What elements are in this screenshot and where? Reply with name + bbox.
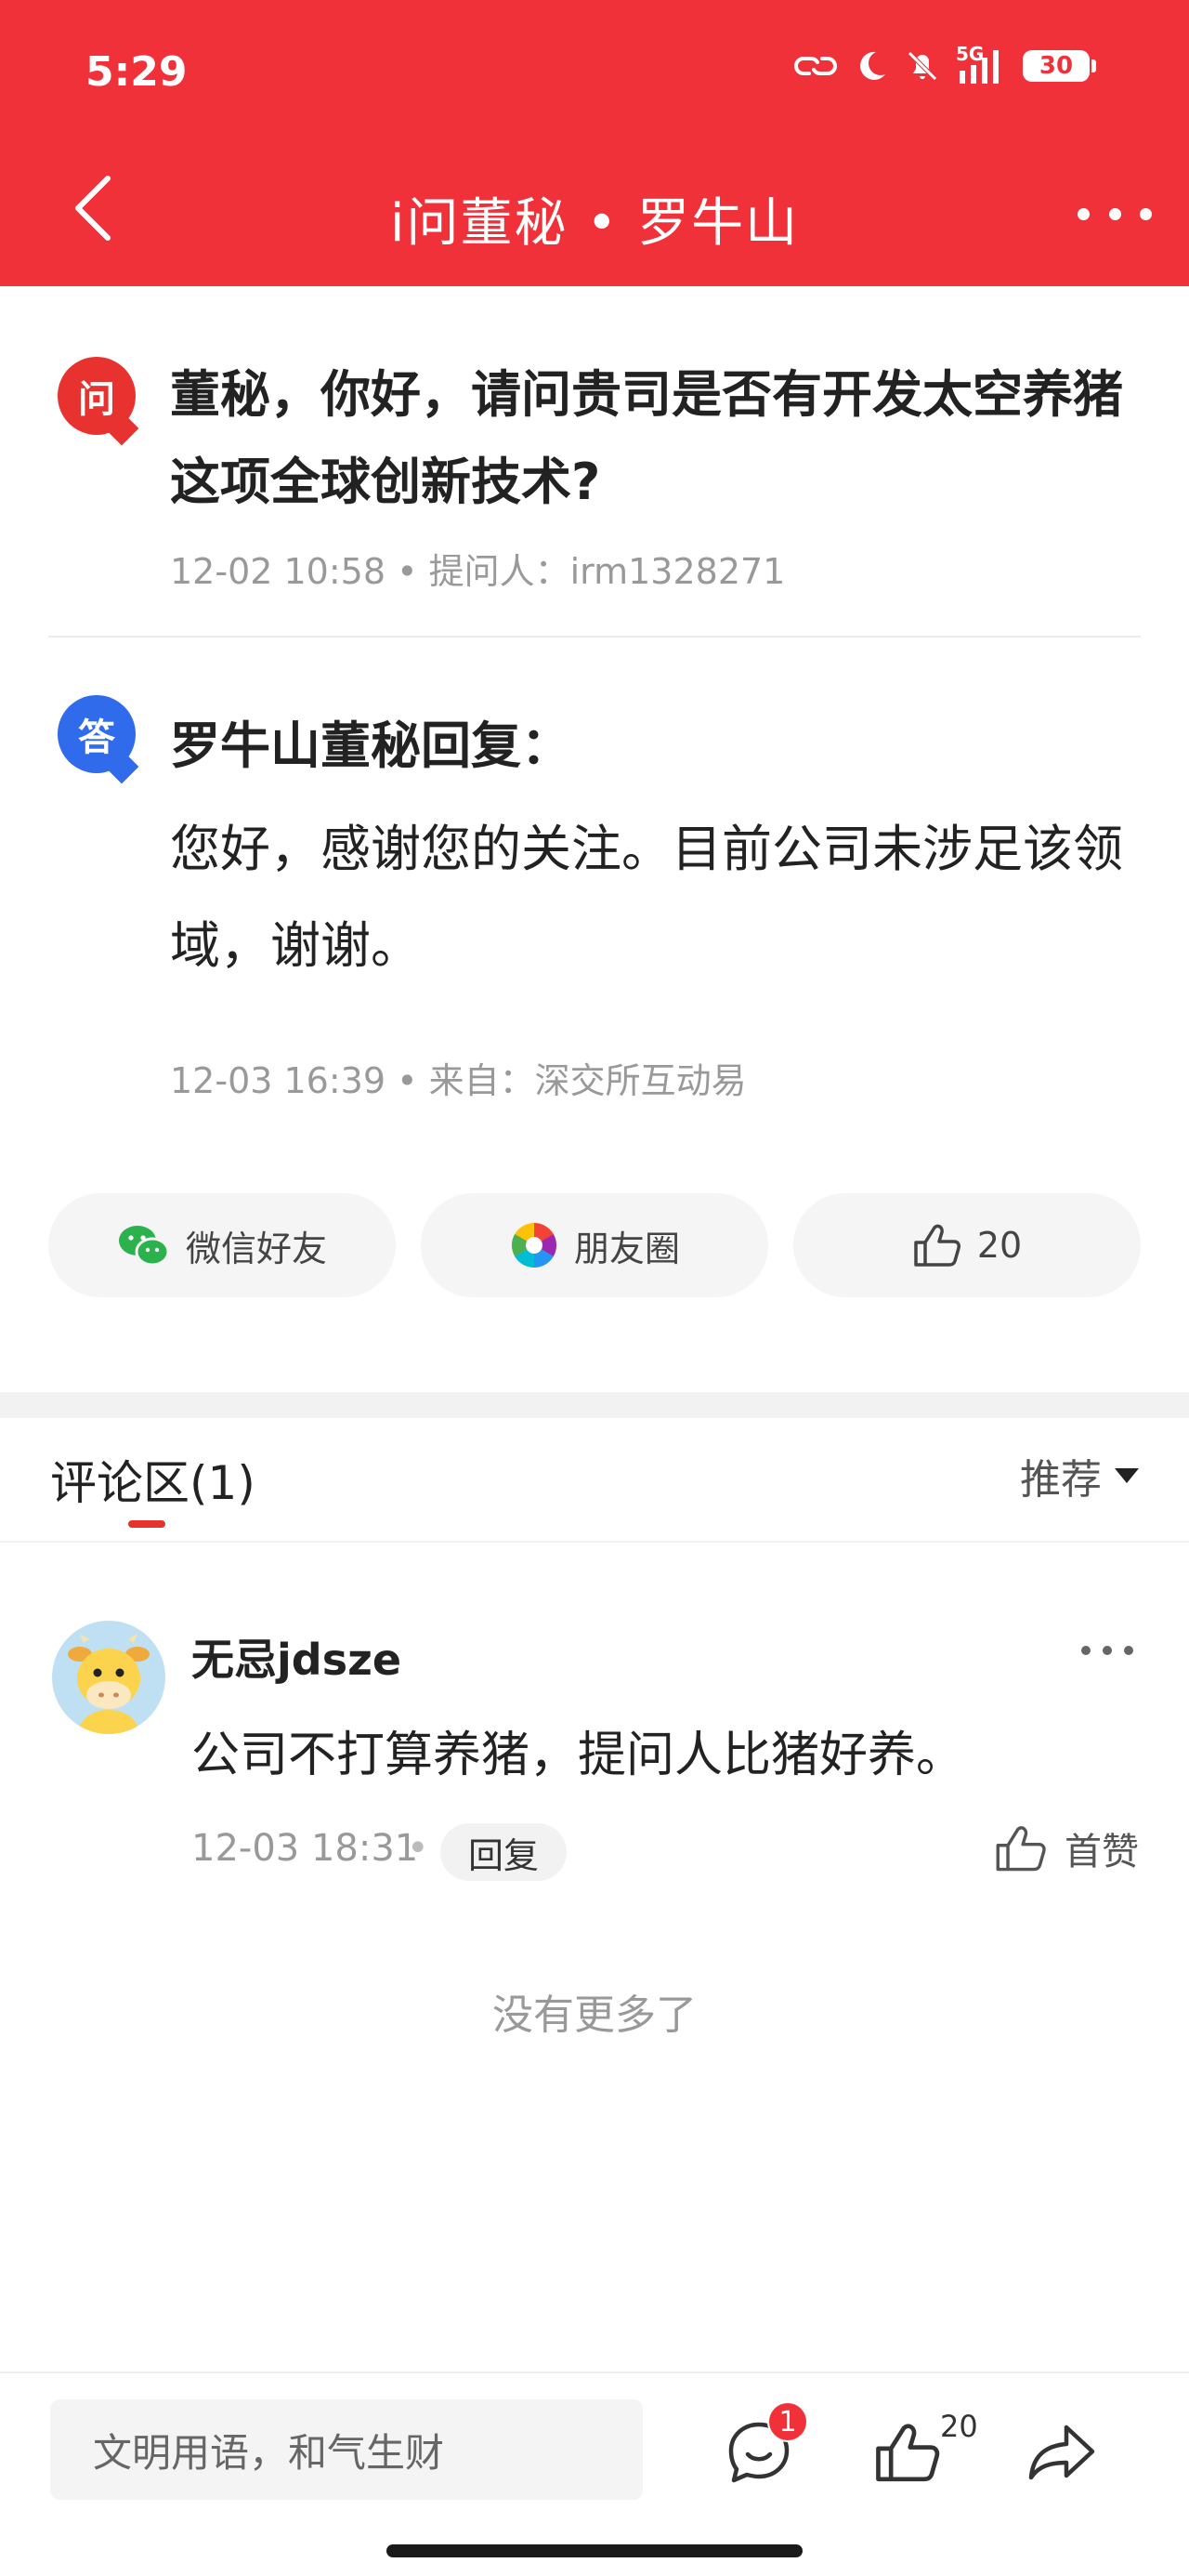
page-title: i问董秘 • 罗牛山 <box>389 193 800 254</box>
share-wechat-label: 微信好友 <box>185 1228 327 1269</box>
comment-username[interactable]: 无忌jdsze <box>191 1626 401 1688</box>
thumbs-up-icon <box>996 1826 1046 1872</box>
question-meta: 12-02 10:58 • 提问人：irm1328271 <box>170 551 786 592</box>
like-answer-count: 20 <box>976 1225 1023 1266</box>
comment-time: 12-03 18:31 <box>191 1827 419 1870</box>
signal-icon: 5G <box>956 43 1008 85</box>
link-icon <box>794 56 837 76</box>
more-dot-icon <box>1081 1646 1091 1655</box>
answer-text: 您好，感谢您的关注。目前公司未涉足该领域，谢谢。 <box>170 820 1123 975</box>
more-dot-icon <box>1078 207 1090 220</box>
comment-input[interactable]: 文明用语，和气生财 <box>50 2399 643 2500</box>
reply-button[interactable]: 回复 <box>440 1823 567 1881</box>
sort-dropdown[interactable]: 推荐 <box>1020 1446 1139 1505</box>
comment-like-button[interactable]: 首赞 <box>994 1821 1139 1875</box>
comments-title[interactable]: 评论区(1) <box>50 1446 255 1513</box>
thumbs-up-icon <box>876 2424 940 2482</box>
divider <box>0 1541 1189 1543</box>
divider <box>48 636 1141 637</box>
like-button[interactable] <box>868 2412 947 2492</box>
battery-level: 30 <box>1023 50 1090 82</box>
moon-icon <box>860 51 885 80</box>
cow-avatar-icon <box>68 1634 150 1734</box>
comment-count-badge: 1 <box>767 2401 808 2442</box>
share-button[interactable] <box>1022 2412 1102 2492</box>
share-wechat-button[interactable]: 微信好友 <box>48 1193 396 1297</box>
sort-label: 推荐 <box>1020 1456 1102 1504</box>
meta-separator: • <box>407 1827 429 1870</box>
home-indicator[interactable] <box>386 2544 803 2557</box>
like-count: 20 <box>940 2409 978 2444</box>
comments-tab-indicator <box>128 1520 165 1528</box>
share-arrow-icon <box>1028 2425 1095 2480</box>
header-bar: 5:29 5G 30 i问董秘 • 罗牛山 <box>0 0 1189 286</box>
more-options-button[interactable] <box>1078 186 1152 242</box>
answer-heading: 罗牛山董秘回复： <box>170 716 571 775</box>
no-more-text: 没有更多了 <box>492 1991 697 2039</box>
thumbs-up-icon <box>914 1224 960 1267</box>
comment-text: 公司不打算养猪，提问人比猪好养。 <box>191 1728 965 1783</box>
bottom-bar-divider <box>0 2372 1189 2373</box>
share-moments-label: 朋友圈 <box>573 1228 680 1269</box>
answer-badge-icon: 答 <box>58 695 139 784</box>
bell-off-icon <box>908 51 937 81</box>
section-separator <box>0 1392 1189 1418</box>
comment-like-label: 首赞 <box>1065 1831 1139 1873</box>
moments-icon <box>511 1223 556 1268</box>
comment-input-placeholder: 文明用语，和气生财 <box>93 2429 445 2476</box>
status-time: 5:29 <box>85 48 188 96</box>
question-text: 董秘，你好，请问贵司是否有开发太空养猪这项全球创新技术? <box>170 365 1123 511</box>
like-answer-button[interactable]: 20 <box>793 1193 1141 1297</box>
question-badge-icon: 问 <box>58 357 139 446</box>
avatar[interactable] <box>52 1621 165 1734</box>
answer-meta: 12-03 16:39 • 来自：深交所互动易 <box>170 1060 747 1101</box>
battery-icon: 30 <box>1023 50 1096 82</box>
caret-down-icon <box>1115 1468 1139 1483</box>
comment-more-button[interactable] <box>1081 1643 1133 1658</box>
share-moments-button[interactable]: 朋友圈 <box>421 1193 768 1297</box>
status-icons: 5G 30 <box>792 43 1096 85</box>
wechat-icon <box>118 1226 170 1267</box>
share-row: 微信好友 朋友圈 20 <box>48 1193 1141 1297</box>
